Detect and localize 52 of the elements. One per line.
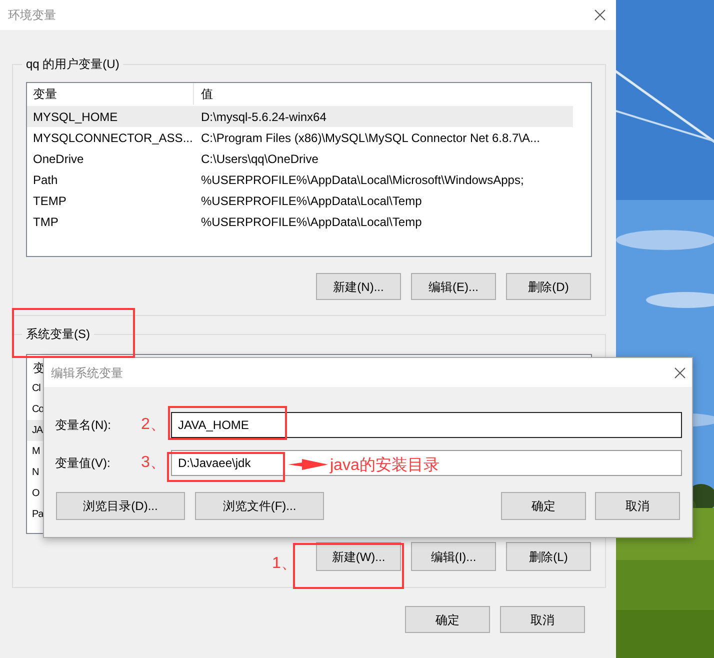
list-row[interactable]: MYSQLCONNECTOR_ASS... C:\Program Files (x86)\MySQL\MySQL Connector Net 6.8.7\A... <box>27 127 573 148</box>
list-row[interactable]: MYSQL_HOME D:\mysql-5.6.24-winx64 <box>27 106 573 127</box>
input-field[interactable]: JAVA_HOME <box>171 412 682 438</box>
variable-value: %USERPROFILE%\AppData\Local\Temp <box>200 214 422 230</box>
variable-value: C:\Program Files (x86)\MySQL\MySQL Connector Net 6.8.7\A... <box>200 130 540 146</box>
dialog-button[interactable]: 编辑(E)... <box>411 273 496 300</box>
variable-name: Path <box>32 172 59 188</box>
close-icon[interactable] <box>674 366 686 378</box>
variable-name: MYSQL_HOME <box>32 108 119 126</box>
dialog-button[interactable]: 删除(D) <box>506 273 591 300</box>
field-label: 变量值(V): <box>55 455 112 472</box>
list-row[interactable]: TMP %USERPROFILE%\AppData\Local\Temp <box>27 211 573 232</box>
step-marker: 1、 <box>272 554 297 574</box>
dialog-button[interactable]: 确定 <box>405 606 490 633</box>
dialog-button[interactable]: 编辑(I)... <box>411 542 496 571</box>
variable-name: M <box>32 445 40 459</box>
dialog-button[interactable]: 删除(L) <box>506 542 591 571</box>
dialog-title: 编辑系统变量 <box>51 364 123 382</box>
dialog-button[interactable]: 浏览目录(D)... <box>56 492 185 520</box>
group-label: qq 的用户变量(U) <box>25 56 120 72</box>
variable-name: Cl <box>32 382 40 396</box>
annotation-note: java的安装目录 <box>330 456 440 476</box>
variable-value: %USERPROFILE%\AppData\Local\Temp <box>200 192 422 210</box>
dialog-button[interactable]: 确定 <box>501 492 586 520</box>
step-marker: 3、 <box>141 453 167 473</box>
dialog-button[interactable]: 取消 <box>500 606 585 633</box>
dialog-button[interactable]: 浏览文件(F)... <box>195 492 324 520</box>
dialog-button[interactable]: 取消 <box>595 492 680 520</box>
window-title: 环境变量 <box>8 7 56 24</box>
list-row[interactable]: TEMP %USERPROFILE%\AppData\Local\Temp <box>27 190 573 211</box>
list-row[interactable]: Path %USERPROFILE%\AppData\Local\Microsoft\WindowsApps; <box>27 169 573 190</box>
field-label: 变量名(N): <box>55 417 112 434</box>
variable-name: TMP <box>32 214 60 230</box>
variable-name: Pa <box>32 508 44 522</box>
close-icon[interactable] <box>594 9 606 21</box>
column-header[interactable]: 变量 <box>27 83 194 105</box>
variable-name: JA <box>32 424 42 438</box>
variable-name: O <box>32 487 40 501</box>
variable-value: %USERPROFILE%\AppData\Local\Microsoft\WindowsApps; <box>200 172 524 188</box>
column-header[interactable]: 值 <box>194 83 213 105</box>
list-row[interactable]: OneDrive C:\Users\qq\OneDrive <box>27 148 573 169</box>
variable-name: OneDrive <box>32 150 85 168</box>
dialog-button[interactable]: 新建(N)... <box>316 273 401 300</box>
group-label: 系统变量(S) <box>25 326 91 342</box>
annotation-arrow <box>288 458 328 471</box>
dialog-button[interactable]: 新建(W)... <box>316 542 401 571</box>
variable-value: D:\mysql-5.6.24-winx64 <box>200 108 326 126</box>
variable-name: TEMP <box>32 192 68 210</box>
step-marker: 2、 <box>141 415 167 435</box>
variable-value: C:\Users\qq\OneDrive <box>200 150 318 168</box>
variable-name: N <box>32 466 39 480</box>
variable-name: MYSQLCONNECTOR_ASS... <box>32 130 194 146</box>
